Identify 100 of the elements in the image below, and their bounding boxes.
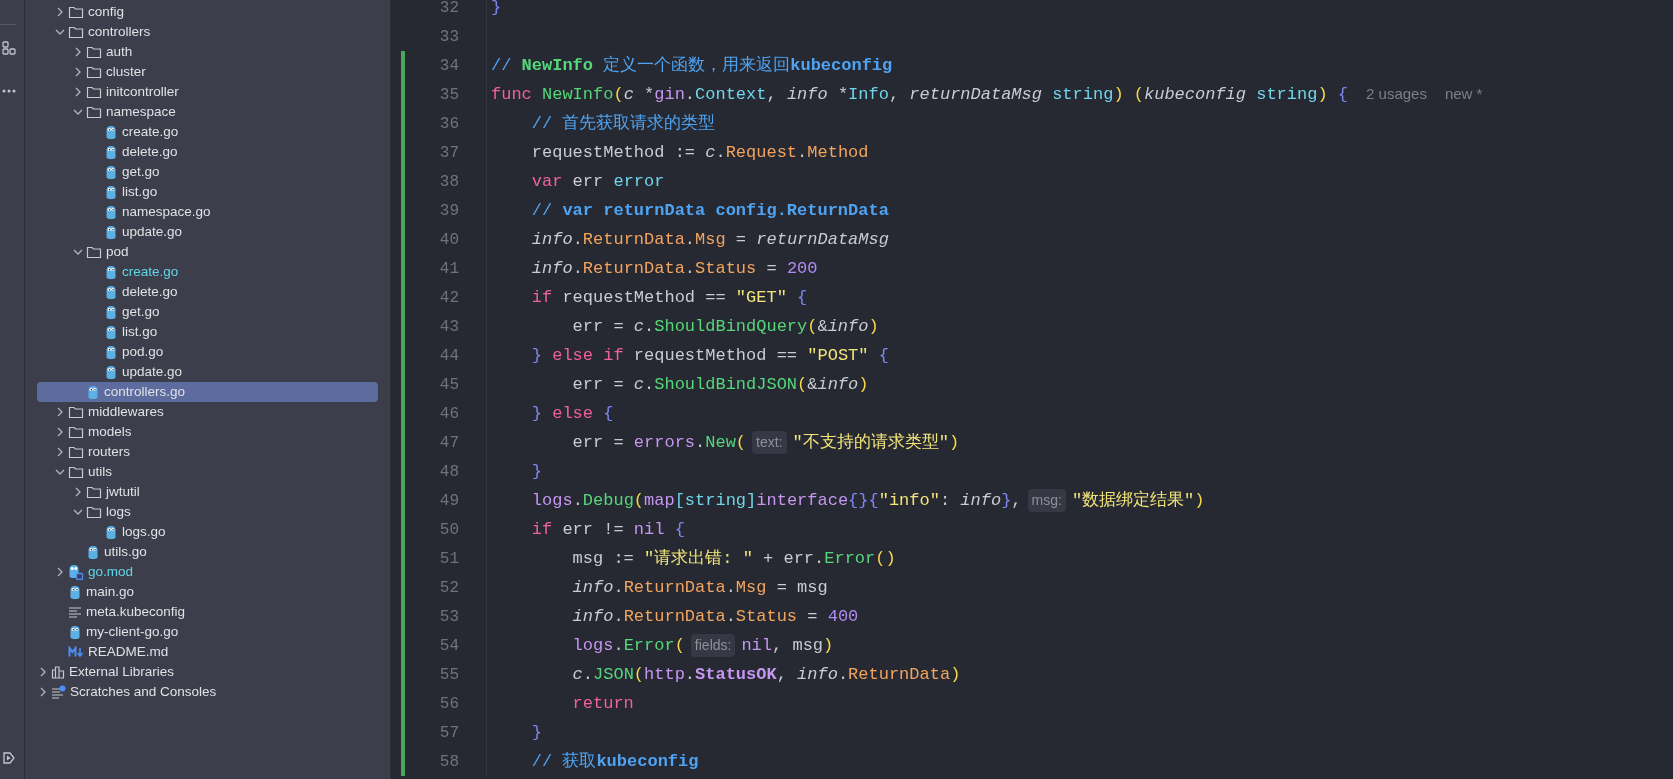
tree-item[interactable]: controllers.go xyxy=(37,382,378,402)
tree-item[interactable]: routers xyxy=(37,442,378,462)
tree-item[interactable]: controllers xyxy=(37,22,378,42)
tree-item[interactable]: logs xyxy=(37,502,378,522)
code-text: return xyxy=(571,692,634,715)
folder-icon xyxy=(86,105,102,119)
tree-item[interactable]: get.go xyxy=(37,302,378,322)
tree-item[interactable]: list.go xyxy=(37,322,378,342)
tree-item[interactable]: go.mod xyxy=(37,562,378,582)
folder-icon xyxy=(86,85,102,99)
tree-item[interactable]: config xyxy=(37,2,378,22)
inlay-hint: msg: xyxy=(1027,489,1066,512)
code-text: info.ReturnData.Msg = returnDataMsg xyxy=(530,228,889,251)
code-text: "数据绑定结果") xyxy=(1071,489,1205,512)
run-icon[interactable] xyxy=(2,751,16,765)
code-text: // NewInfo 定义一个函数，用来返回kubeconfig xyxy=(491,54,893,77)
tree-item[interactable]: pod.go xyxy=(37,342,378,362)
line-number: 50 xyxy=(438,519,459,541)
folder-icon xyxy=(68,25,84,39)
code-text: info.ReturnData.Status = 400 xyxy=(571,605,859,628)
scratches-icon xyxy=(51,685,66,699)
tree-item[interactable]: main.go xyxy=(37,582,378,602)
code-lens[interactable]: 2 usages xyxy=(1366,83,1427,106)
code-text: "不支持的请求类型") xyxy=(792,431,960,454)
folder-icon xyxy=(86,45,102,59)
tree-item[interactable]: cluster xyxy=(37,62,378,82)
line-number: 40 xyxy=(438,229,459,251)
line-number: 46 xyxy=(438,403,459,425)
tree-item[interactable]: get.go xyxy=(37,162,378,182)
library-icon xyxy=(51,665,65,679)
code-text: // 首先获取请求的类型 xyxy=(530,112,716,135)
tree-item[interactable]: logs.go xyxy=(37,522,378,542)
tree-item[interactable]: meta.kubeconfig xyxy=(37,602,378,622)
tree-item[interactable]: namespace xyxy=(37,102,378,122)
tree-item[interactable]: delete.go xyxy=(37,282,378,302)
tree-item[interactable]: jwtutil xyxy=(37,482,378,502)
tree-item[interactable]: External Libraries xyxy=(37,662,378,682)
line-number: 51 xyxy=(438,548,459,570)
folder-icon xyxy=(86,485,102,499)
code-text: logs.Debug(map[string]interface{}{"info": info}, xyxy=(530,489,1022,512)
gopher-icon xyxy=(86,384,100,400)
code-text: err = errors.New( xyxy=(571,431,747,454)
more-icon[interactable] xyxy=(2,89,16,93)
tree-item[interactable]: pod xyxy=(37,242,378,262)
line-number: 38 xyxy=(438,171,459,193)
folder-icon xyxy=(86,245,102,259)
code-text: // var returnData config.ReturnData xyxy=(530,199,889,222)
line-number: 55 xyxy=(438,664,459,686)
code-text: func NewInfo(c *gin.Context, info *Info, returnDataMsg string) (kubeconfig string) { xyxy=(491,83,1349,106)
code-text: if err != nil { xyxy=(530,518,685,541)
tree-item[interactable]: auth xyxy=(37,42,378,62)
line-number: 39 xyxy=(438,200,459,222)
markdown-file-icon xyxy=(68,646,84,658)
folder-icon xyxy=(68,465,84,479)
line-number: 36 xyxy=(438,113,459,135)
tree-item[interactable]: create.go xyxy=(37,122,378,142)
line-number: 49 xyxy=(438,490,459,512)
line-number: 57 xyxy=(438,722,459,744)
tree-item[interactable]: update.go xyxy=(37,362,378,382)
code-text: // 获取kubeconfig xyxy=(530,750,699,773)
code-text: } else if requestMethod == "POST" { xyxy=(530,344,889,367)
line-number: 54 xyxy=(438,635,459,657)
tree-item[interactable]: models xyxy=(37,422,378,442)
line-number: 35 xyxy=(438,84,459,106)
line-number: 58 xyxy=(438,751,459,773)
tree-item[interactable]: utils.go xyxy=(37,542,378,562)
code-text: c.JSON(http.StatusOK, info.ReturnData) xyxy=(571,663,961,686)
gopher-icon xyxy=(104,184,118,200)
code-text: } xyxy=(530,721,542,744)
line-number: 45 xyxy=(438,374,459,396)
tree-item[interactable]: list.go xyxy=(37,182,378,202)
tree-item[interactable]: middlewares xyxy=(37,402,378,422)
line-number: 48 xyxy=(438,461,459,483)
gopher-icon xyxy=(104,264,118,280)
inlay-hint: fields: xyxy=(690,634,736,657)
structure-icon[interactable] xyxy=(2,41,16,55)
code-text: logs.Error( xyxy=(571,634,685,657)
gopher-icon xyxy=(104,364,118,380)
line-number: 34 xyxy=(438,55,459,77)
tree-item[interactable]: utils xyxy=(37,462,378,482)
tree-item[interactable]: namespace.go xyxy=(37,202,378,222)
tree-item[interactable]: update.go xyxy=(37,222,378,242)
line-number: 42 xyxy=(438,287,459,309)
tree-item[interactable]: my-client-go.go xyxy=(37,622,378,642)
code-text: info.ReturnData.Status = 200 xyxy=(530,257,818,280)
tree-item[interactable]: README.md xyxy=(37,642,378,662)
tree-item[interactable]: delete.go xyxy=(37,142,378,162)
tree-item[interactable]: initcontroller xyxy=(37,82,378,102)
line-number: 33 xyxy=(438,26,459,48)
code-lens[interactable]: new * xyxy=(1444,83,1483,106)
tree-item[interactable]: create.go xyxy=(37,262,378,282)
gopher-icon xyxy=(104,304,118,320)
gopher-icon xyxy=(104,144,118,160)
folder-icon xyxy=(68,425,84,439)
inlay-hint: text: xyxy=(752,431,787,454)
tree-item[interactable]: Scratches and Consoles xyxy=(37,682,378,702)
code-text: err = c.ShouldBindJSON(&info) xyxy=(571,373,869,396)
line-number: 32 xyxy=(438,0,459,19)
gopher-icon xyxy=(104,284,118,300)
gopher-icon xyxy=(104,204,118,220)
